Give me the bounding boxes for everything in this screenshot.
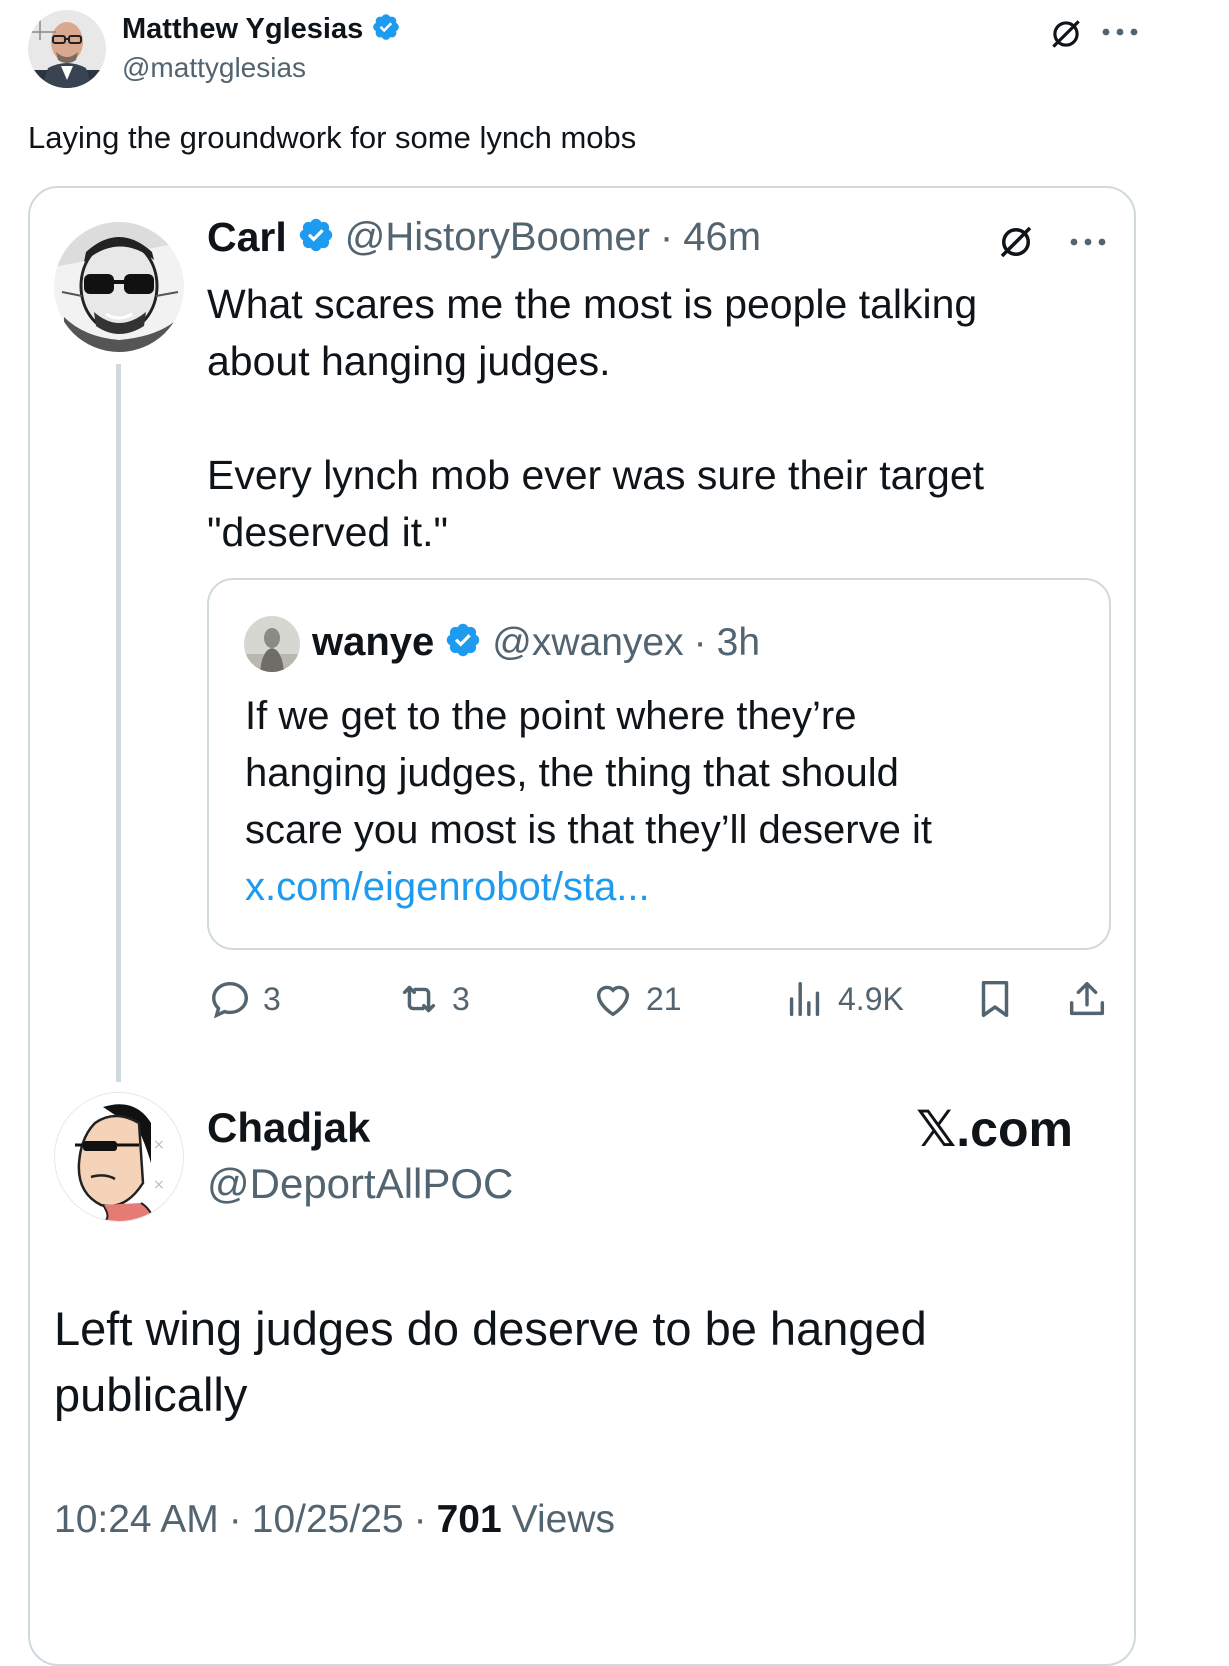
chadjak-post-text: Left wing judges do deserve to be hanged… bbox=[54, 1296, 927, 1428]
bookmark-icon[interactable] bbox=[972, 976, 1018, 1022]
chadjak-handle[interactable]: @DeportAllPOC bbox=[207, 1160, 513, 1208]
carl-handle[interactable]: @HistoryBoomer bbox=[345, 215, 650, 260]
chadjak-date[interactable]: 10/25/25 bbox=[252, 1498, 404, 1542]
views-metric[interactable]: 4.9K bbox=[782, 976, 904, 1022]
chadjak-separator-1: · bbox=[228, 1498, 242, 1541]
wanye-text-line-2: hanging judges, the thing that should bbox=[245, 751, 899, 795]
chadjak-views-label: Views bbox=[511, 1498, 615, 1541]
avatar-matthew-yglesias[interactable] bbox=[28, 10, 106, 88]
wanye-post-text: If we get to the point where they’re han… bbox=[245, 688, 932, 916]
wanye-text-line-1: If we get to the point where they’re bbox=[245, 694, 857, 738]
chadjak-text-line-1: Left wing judges do deserve to be hanged bbox=[54, 1302, 927, 1355]
repost-count: 3 bbox=[452, 980, 470, 1017]
verified-badge-icon bbox=[297, 216, 335, 259]
wanye-link[interactable]: x.com/eigenrobot/sta... bbox=[245, 859, 932, 916]
x-com-brand: 𝕏.com bbox=[916, 1101, 1073, 1157]
chadjak-separator-2: · bbox=[413, 1498, 427, 1541]
more-icon[interactable] bbox=[1098, 14, 1142, 50]
chadjak-meta-row: 10:24 AM · 10/25/25 · 701 Views bbox=[54, 1498, 615, 1542]
carl-separator: · bbox=[659, 215, 674, 259]
avatar-image bbox=[244, 616, 300, 672]
carl-post-text: What scares me the most is people talkin… bbox=[207, 276, 984, 561]
carl-text-line-4: "deserved it." bbox=[207, 509, 449, 555]
chadjak-time[interactable]: 10:24 AM bbox=[54, 1498, 219, 1542]
verified-badge-icon bbox=[444, 621, 482, 664]
chadjak-text-line-2: publically bbox=[54, 1368, 248, 1421]
like-metric[interactable]: 21 bbox=[590, 976, 682, 1022]
avatar-image bbox=[54, 222, 184, 352]
reply-count: 3 bbox=[263, 980, 281, 1017]
no-entry-icon[interactable] bbox=[1046, 14, 1086, 54]
svg-text:×: × bbox=[153, 1177, 165, 1193]
avatar-image bbox=[28, 10, 106, 88]
more-icon[interactable] bbox=[1066, 228, 1110, 256]
outer-author-handle[interactable]: @mattyglesias bbox=[122, 52, 306, 84]
avatar-chadjak[interactable]: × × bbox=[54, 1092, 184, 1222]
wanye-separator: · bbox=[693, 620, 707, 664]
outer-author-row: Matthew Yglesias bbox=[122, 12, 401, 47]
avatar-carl[interactable] bbox=[54, 222, 184, 352]
carl-author-name[interactable]: Carl bbox=[207, 214, 287, 261]
carl-header-row: Carl @HistoryBoomer · 46m bbox=[207, 214, 761, 261]
like-count: 21 bbox=[646, 980, 682, 1017]
carl-text-line-3: Every lynch mob ever was sure their targ… bbox=[207, 452, 985, 498]
avatar-wanye[interactable] bbox=[244, 616, 300, 672]
views-icon bbox=[782, 976, 828, 1022]
reply-icon bbox=[207, 976, 253, 1022]
verified-badge-icon bbox=[371, 12, 401, 47]
reply-metric[interactable]: 3 bbox=[207, 976, 281, 1022]
repost-icon bbox=[396, 976, 442, 1022]
carl-text-line-1: What scares me the most is people talkin… bbox=[207, 281, 978, 327]
carl-text-line-2: about hanging judges. bbox=[207, 338, 611, 384]
no-entry-icon[interactable] bbox=[994, 220, 1038, 264]
wanye-header-row: wanye @xwanyex · 3h bbox=[312, 620, 760, 665]
wanye-handle[interactable]: @xwanyex bbox=[492, 621, 683, 665]
wanye-text-line-3: scare you most is that they’ll deserve i… bbox=[245, 808, 932, 852]
outer-post-text: Laying the groundwork for some lynch mob… bbox=[28, 120, 637, 155]
svg-text:×: × bbox=[153, 1137, 165, 1153]
outer-author-name[interactable]: Matthew Yglesias bbox=[122, 13, 363, 46]
views-count: 4.9K bbox=[838, 980, 904, 1017]
wanye-timestamp[interactable]: 3h bbox=[717, 621, 760, 665]
chadjak-views-count: 701 bbox=[436, 1498, 502, 1541]
thread-line bbox=[116, 364, 121, 1082]
like-icon bbox=[590, 976, 636, 1022]
carl-timestamp[interactable]: 46m bbox=[683, 215, 761, 260]
avatar-image: × × bbox=[55, 1093, 183, 1221]
wanye-author-name[interactable]: wanye bbox=[312, 620, 434, 665]
chadjak-author-name[interactable]: Chadjak bbox=[207, 1104, 370, 1152]
share-icon[interactable] bbox=[1064, 976, 1110, 1022]
repost-metric[interactable]: 3 bbox=[396, 976, 470, 1022]
